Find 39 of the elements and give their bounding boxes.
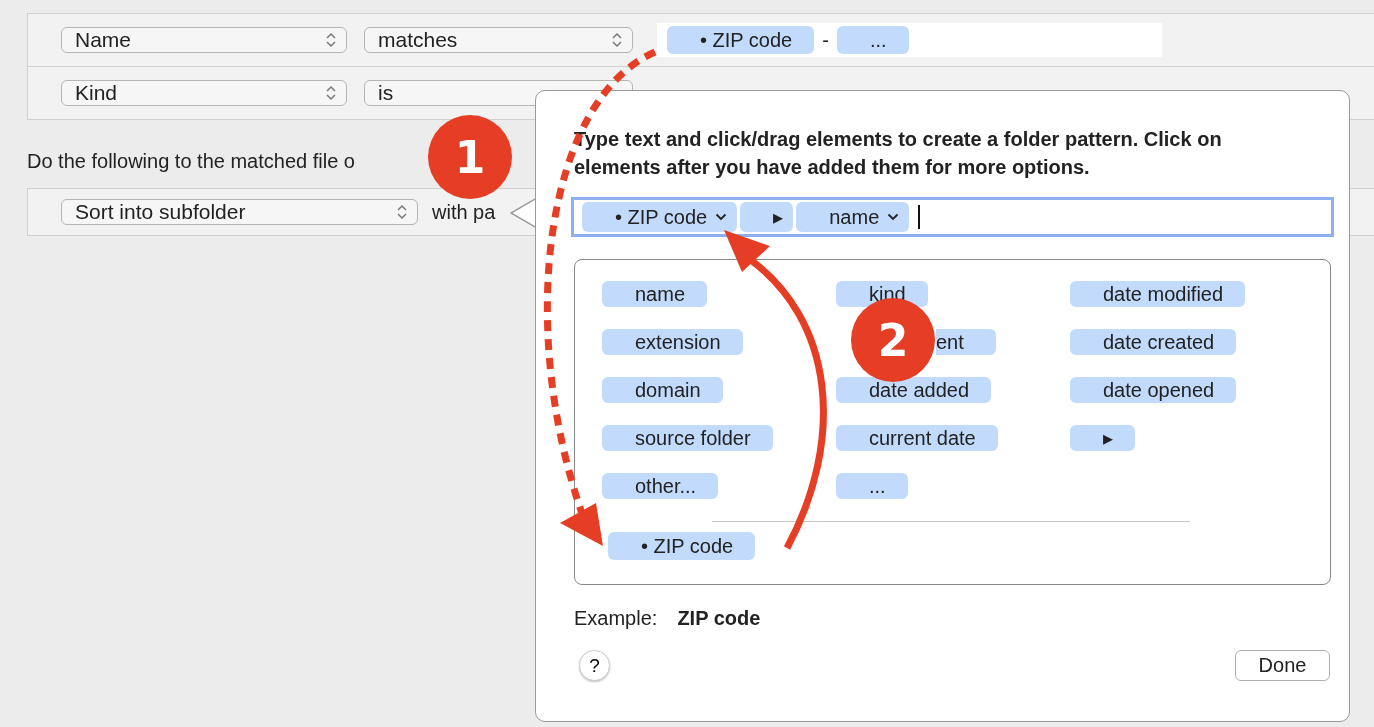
- separator-text: -: [822, 28, 829, 52]
- up-down-arrows-icon: [397, 204, 407, 220]
- operator-popup[interactable]: matches: [364, 27, 633, 53]
- pattern-token[interactable]: name: [796, 202, 910, 232]
- pattern-element[interactable]: extension: [602, 329, 743, 355]
- attribute-popup[interactable]: Kind: [61, 80, 347, 106]
- pattern-element[interactable]: ...: [836, 473, 908, 499]
- pattern-element[interactable]: date opened: [1070, 377, 1237, 403]
- attribute-popup[interactable]: Name: [61, 27, 347, 53]
- pattern-token[interactable]: ▸: [740, 202, 794, 232]
- pattern-element[interactable]: current date: [836, 425, 998, 451]
- done-button[interactable]: Done: [1235, 650, 1330, 681]
- pattern-element[interactable]: date added: [836, 377, 992, 403]
- pattern-element[interactable]: source folder: [602, 425, 773, 451]
- chevron-down-icon: [715, 213, 728, 221]
- pattern-element[interactable]: date created: [1070, 329, 1237, 355]
- pattern-element[interactable]: domain: [602, 377, 723, 403]
- pattern-token[interactable]: • ZIP code: [667, 26, 815, 54]
- up-down-arrows-icon: [326, 32, 336, 48]
- help-button[interactable]: ?: [579, 650, 610, 681]
- up-down-arrows-icon: [326, 85, 336, 101]
- pattern-element[interactable]: other...: [602, 473, 719, 499]
- pattern-token[interactable]: • ZIP code: [582, 202, 738, 232]
- action-popup[interactable]: Sort into subfolder: [61, 199, 418, 225]
- pattern-field[interactable]: • ZIP code - ...: [657, 23, 1162, 57]
- pattern-label: with pa: [432, 200, 496, 224]
- text-cursor: [918, 205, 921, 229]
- pattern-token[interactable]: ...: [836, 26, 909, 54]
- chevron-down-icon: [887, 213, 900, 221]
- actions-heading: Do the following to the matched file o: [27, 150, 355, 174]
- example-value: ZIP code: [677, 607, 761, 630]
- pattern-element[interactable]: name: [602, 281, 708, 307]
- pattern-element[interactable]: date modified: [1070, 281, 1246, 307]
- up-down-arrows-icon: [612, 32, 622, 48]
- custom-element[interactable]: • ZIP code: [608, 532, 756, 560]
- example-label: Example:: [574, 607, 658, 630]
- pattern-element[interactable]: ent: [936, 329, 996, 355]
- folder-pattern-field[interactable]: • ZIP code ▸ name: [571, 197, 1334, 237]
- pattern-element[interactable]: ▸: [1070, 425, 1135, 451]
